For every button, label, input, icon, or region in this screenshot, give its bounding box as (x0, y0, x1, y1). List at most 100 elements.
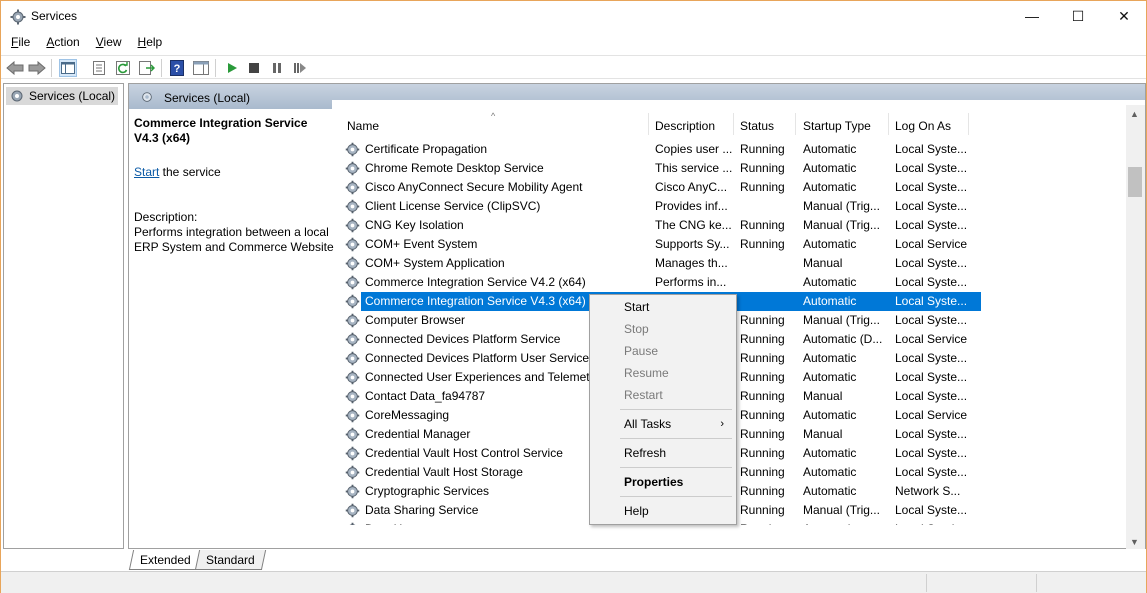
tree-item-services-local[interactable]: Services (Local) (6, 87, 119, 105)
service-row[interactable]: Certificate Propagation Copies user ... Ru… (341, 140, 981, 159)
ctx-separator (620, 496, 732, 497)
main-pane-title: Services (Local) (164, 91, 251, 105)
stop-icon (249, 63, 259, 73)
resume-icon (294, 63, 306, 73)
tab-standard[interactable]: Standard (194, 550, 266, 570)
cell-desc: Supports Sy... (655, 237, 730, 251)
cell-name: COM+ Event System (365, 237, 478, 251)
export-list-button[interactable] (138, 59, 156, 77)
service-gear-icon (345, 465, 360, 480)
scroll-thumb[interactable] (1128, 167, 1142, 197)
menu-help[interactable]: Help (130, 32, 171, 53)
ctx-start[interactable]: Start (592, 296, 734, 318)
refresh-toolbar-button[interactable] (114, 59, 132, 77)
show-hide-console-tree-button[interactable] (59, 59, 77, 77)
minimize-button[interactable]: — (1009, 1, 1055, 31)
service-gear-icon (345, 199, 360, 214)
cell-name: Commerce Integration Service V4.2 (x64) (365, 275, 586, 289)
cell-startup: Automatic (803, 294, 857, 308)
ctx-resume: Resume (624, 366, 669, 380)
service-row[interactable]: Client License Service (ClipSVC) Provides… (341, 197, 981, 216)
service-row[interactable]: CNG Key Isolation The CNG ke... Running Man… (341, 216, 981, 235)
column-header-startup-type[interactable]: Startup Type (797, 113, 889, 135)
cell-startup: Automatic (803, 446, 857, 460)
back-button[interactable] (6, 59, 24, 77)
service-row[interactable]: Chrome Remote Desktop Service This servic… (341, 159, 981, 178)
resume-service-button[interactable] (291, 59, 309, 77)
scroll-up-icon[interactable]: ▲ (1130, 109, 1139, 119)
cell-startup: Manual (Trig... (803, 313, 880, 327)
description-text: Performs integration between a local ERP… (134, 225, 334, 254)
cell-startup: Automatic (803, 180, 857, 194)
cell-desc: Performs in... (655, 275, 727, 289)
start-service-button[interactable] (223, 59, 241, 77)
cell-status: Running (740, 351, 785, 365)
service-detail-panel: Commerce Integration Service V4.3 (x64) … (134, 116, 334, 254)
column-header-name[interactable]: ^ Name (341, 111, 649, 135)
column-header-log-on-as[interactable]: Log On As (889, 113, 969, 135)
cell-status: Running (740, 389, 785, 403)
properties-toolbar-button[interactable] (90, 59, 108, 77)
ctx-separator (620, 467, 732, 468)
ctx-restart: Restart (624, 388, 663, 402)
stop-service-button[interactable] (245, 59, 263, 77)
services-list: ^ Name Description Status Startup Type L… (341, 109, 1133, 525)
main-pane-header: Services (Local) (129, 84, 1145, 109)
ctx-all-tasks[interactable]: All Tasks › (592, 413, 734, 435)
ctx-help[interactable]: Help (592, 500, 734, 522)
pause-service-button[interactable] (268, 59, 286, 77)
cell-startup: Automatic (803, 161, 857, 175)
cell-startup: Automatic (803, 465, 857, 479)
close-icon: ✕ (1118, 7, 1130, 24)
action-pane-button[interactable] (192, 59, 210, 77)
start-service-link[interactable]: Start (134, 165, 159, 179)
menu-view[interactable]: View (88, 32, 130, 53)
cell-name: Client License Service (ClipSVC) (365, 199, 541, 213)
cell-status: Running (740, 370, 785, 384)
close-button[interactable]: ✕ (1101, 1, 1147, 31)
scroll-down-icon[interactable]: ▼ (1130, 537, 1139, 547)
service-gear-icon (345, 408, 360, 423)
ctx-refresh[interactable]: Refresh (592, 442, 734, 464)
cell-logon: Local Syste... (895, 294, 968, 308)
cell-logon: Local Syste... (895, 256, 968, 270)
cell-status (740, 197, 800, 216)
cell-startup: Manual (803, 256, 843, 270)
column-header-status[interactable]: Status (734, 113, 796, 135)
service-context-menu: Start Stop Pause Resume Restart All Task… (589, 294, 737, 525)
ctx-separator (620, 438, 732, 439)
tab-extended[interactable]: Extended (128, 550, 202, 570)
menu-file[interactable]: File (3, 32, 38, 53)
services-window: Services — ☐ ✕ File Action View Help ? S… (0, 0, 1147, 593)
service-row[interactable]: COM+ System Application Manages th... Manu… (341, 254, 981, 273)
cell-logon: Local Syste... (895, 142, 968, 156)
vertical-scrollbar[interactable]: ▲ ▼ (1126, 105, 1145, 549)
cell-logon: Network S... (895, 484, 961, 498)
menu-action[interactable]: Action (38, 32, 87, 53)
cell-logon: Local Syste... (895, 389, 968, 403)
cell-startup: Manual (Trig... (803, 503, 880, 517)
service-row[interactable]: Commerce Integration Service V4.2 (x64) P… (341, 273, 981, 292)
service-row[interactable]: COM+ Event System Supports Sy... Running Au… (341, 235, 981, 254)
ctx-properties[interactable]: Properties (592, 471, 734, 493)
view-tabs: Extended Standard (128, 550, 428, 570)
cell-logon: Local Syste... (895, 218, 968, 232)
cell-status: Running (740, 408, 785, 422)
header-tab-shape (332, 100, 1145, 109)
status-bar (1, 571, 1146, 593)
column-header-description[interactable]: Description (649, 113, 734, 135)
services-gear-icon (142, 92, 152, 102)
toolbar-separator (51, 59, 52, 77)
help-toolbar-button[interactable]: ? (168, 59, 186, 77)
ctx-pause: Pause (624, 344, 659, 358)
forward-button[interactable] (28, 59, 46, 77)
back-arrow-icon (6, 61, 24, 75)
cell-desc: Cisco AnyC... (655, 180, 728, 194)
service-row[interactable]: Cisco AnyConnect Secure Mobility Agent Ci… (341, 178, 981, 197)
maximize-button[interactable]: ☐ (1055, 1, 1101, 31)
cell-logon: Local Syste... (895, 275, 968, 289)
cell-logon: Local Syste... (895, 351, 968, 365)
cell-name: Certificate Propagation (365, 142, 488, 156)
export-list-icon (139, 61, 155, 75)
cell-name: COM+ System Application (365, 256, 505, 270)
